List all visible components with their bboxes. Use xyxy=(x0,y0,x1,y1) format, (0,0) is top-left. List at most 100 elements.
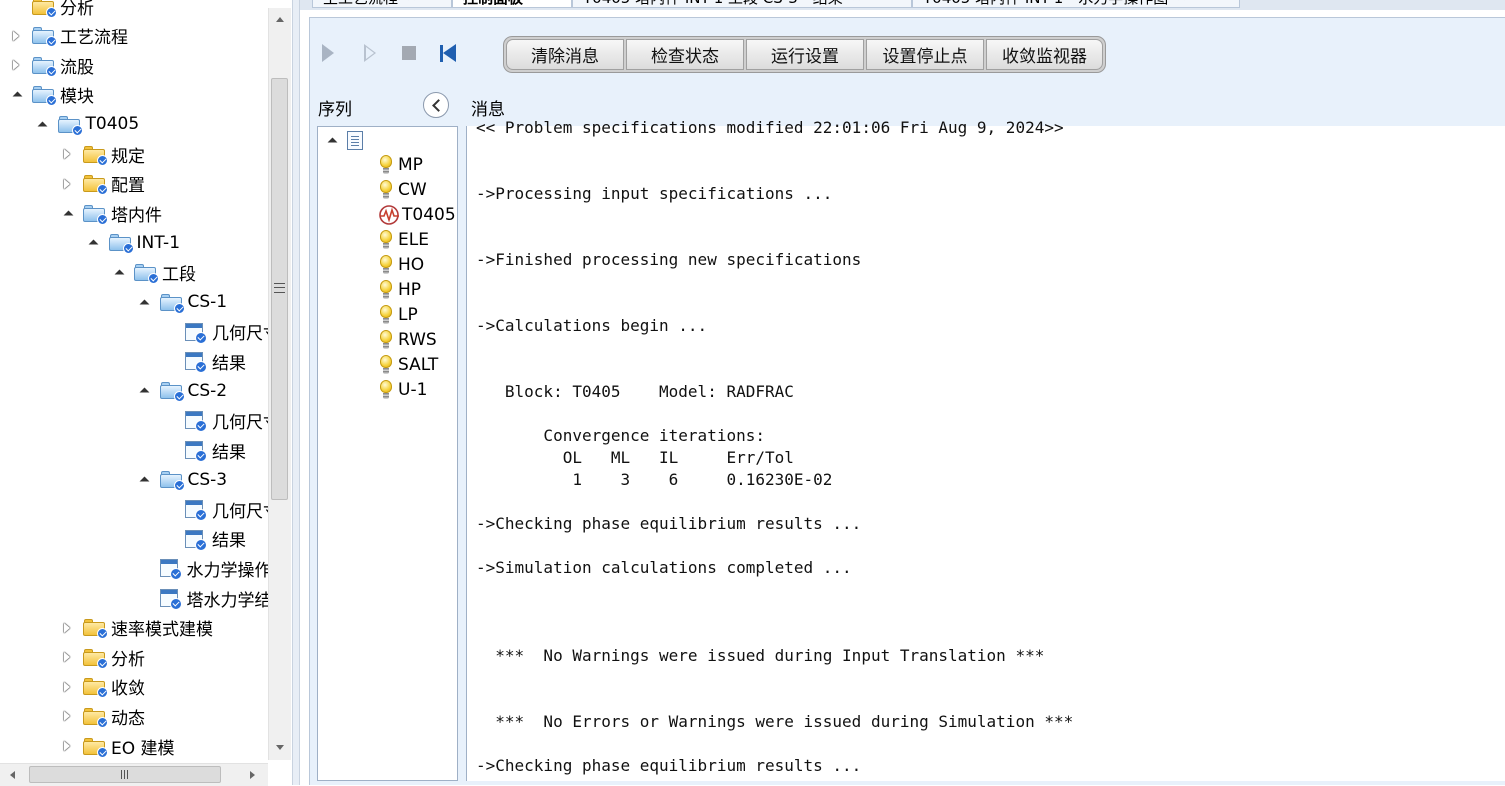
nav-tree-item[interactable]: 结果 xyxy=(163,437,246,463)
scroll-down-arrow-icon[interactable] xyxy=(276,745,284,750)
collapse-triangle-icon[interactable] xyxy=(36,118,48,130)
document-tab-label: 主工艺流程 xyxy=(323,0,398,8)
collapse-triangle-icon[interactable] xyxy=(112,266,124,278)
nav-tree-item-label: 工段 xyxy=(162,264,196,285)
nav-tree-item[interactable]: 收敛 xyxy=(61,674,145,700)
nav-tree-item-label: 动态 xyxy=(111,708,145,729)
scroll-left-arrow-icon[interactable] xyxy=(10,771,15,779)
expand-triangle-icon[interactable] xyxy=(61,148,73,160)
sequence-root[interactable] xyxy=(328,128,363,152)
nav-tree-item[interactable]: CS-2 xyxy=(138,378,227,404)
set-breakpoint-button[interactable]: 设置停止点 xyxy=(866,39,984,70)
nav-tree-item[interactable]: 分析 xyxy=(61,644,145,670)
collapse-triangle-icon[interactable] xyxy=(61,207,73,219)
sequence-item[interactable]: HP xyxy=(378,278,421,302)
close-icon[interactable]: ✕ xyxy=(851,0,862,5)
nav-tree-item[interactable]: EO 建模 xyxy=(61,733,175,759)
check-status-button[interactable]: 检查状态 xyxy=(626,39,744,70)
nav-tree-item[interactable]: 几何尺寸 xyxy=(163,496,280,522)
nav-tree-item[interactable]: 塔内件 xyxy=(61,200,162,226)
form-checked-icon xyxy=(159,558,182,581)
folder-icon xyxy=(83,175,108,196)
collapse-triangle-icon[interactable] xyxy=(138,296,150,308)
clear-messages-button[interactable]: 清除消息 xyxy=(506,39,624,70)
expand-triangle-icon[interactable] xyxy=(61,651,73,663)
nav-tree-item[interactable]: 配置 xyxy=(61,171,145,197)
nav-tree-item[interactable]: CS-3 xyxy=(138,467,227,493)
message-line: ->Checking phase equilibrium results ... xyxy=(476,514,862,533)
nav-tree-item[interactable]: 模块 xyxy=(10,82,94,108)
sequence-item[interactable]: RWS xyxy=(378,328,437,352)
nav-tree-item[interactable]: 结果 xyxy=(163,526,246,552)
reinitialize-button[interactable] xyxy=(438,42,458,64)
sequence-item[interactable]: U-1 xyxy=(378,378,427,402)
document-icon xyxy=(347,130,363,150)
nav-tree-item[interactable]: 规定 xyxy=(61,141,145,167)
message-line: ->Processing input specifications ... xyxy=(476,184,833,203)
run-settings-button[interactable]: 运行设置 xyxy=(746,39,864,70)
pane-splitter[interactable] xyxy=(292,0,300,785)
nav-tree-item-label: 速率模式建模 xyxy=(111,620,213,641)
stop-button[interactable] xyxy=(399,42,419,64)
nav-tree-item-label: 配置 xyxy=(111,176,145,197)
collapse-triangle-icon[interactable] xyxy=(138,385,150,397)
nav-tree-item[interactable]: 分析 xyxy=(10,0,94,19)
collapse-triangle-icon[interactable] xyxy=(138,474,150,486)
stop-icon xyxy=(402,46,416,60)
expand-triangle-icon[interactable] xyxy=(61,681,73,693)
collapse-triangle-icon[interactable] xyxy=(10,89,22,101)
nav-tree-item[interactable]: T0405 xyxy=(36,111,139,137)
messages-title: 消息 xyxy=(471,100,505,120)
expand-triangle-icon[interactable] xyxy=(10,59,22,71)
collapse-sequence-button[interactable] xyxy=(423,92,449,118)
sequence-item-label: MP xyxy=(398,155,423,175)
sequence-item[interactable]: ELE xyxy=(378,228,429,252)
message-line: << Problem specifications modified 22:01… xyxy=(476,118,1064,137)
expand-triangle-icon[interactable] xyxy=(61,622,73,634)
run-button[interactable] xyxy=(318,42,338,64)
nav-tree-item[interactable]: 工艺流程 xyxy=(10,23,128,49)
sequence-item[interactable]: T0405 xyxy=(378,203,456,227)
nav-tree-item[interactable]: INT-1 xyxy=(87,230,180,256)
scroll-up-arrow-icon[interactable] xyxy=(276,17,284,22)
sequence-item[interactable]: SALT xyxy=(378,353,438,377)
nav-tree-item[interactable]: 结果 xyxy=(163,348,246,374)
scroll-right-arrow-icon[interactable] xyxy=(250,771,255,779)
lightbulb-icon xyxy=(378,229,394,251)
convergence-monitor-button[interactable]: 收敛监视器 xyxy=(986,39,1103,70)
sequence-item[interactable]: LP xyxy=(378,303,418,327)
nav-tree-item-label: 分析 xyxy=(111,649,145,670)
document-tab[interactable]: T0405 塔内件 INT-1 - 水力学操作图 ✕ xyxy=(912,0,1240,8)
step-button[interactable] xyxy=(360,42,380,64)
form-checked-icon xyxy=(185,499,207,522)
close-icon[interactable]: ✕ xyxy=(531,0,542,5)
sequence-item-label: U-1 xyxy=(398,380,428,400)
nav-tree-item[interactable]: 水力学操作图 xyxy=(138,555,289,581)
folder-icon xyxy=(83,707,108,728)
nav-tree-item[interactable]: 几何尺寸 xyxy=(163,407,280,433)
document-tab[interactable]: T0405 塔内件 INT-1 工段 CS-3 - 结果 ✕ xyxy=(572,0,912,8)
nav-tree-item[interactable]: 速率模式建模 xyxy=(61,615,213,641)
sequence-item[interactable]: MP xyxy=(378,153,423,177)
expand-triangle-icon[interactable] xyxy=(61,740,73,752)
close-icon[interactable]: ✕ xyxy=(406,0,417,5)
folder-complete-icon xyxy=(57,115,83,136)
expand-triangle-icon[interactable] xyxy=(61,178,73,190)
document-tab[interactable]: 主工艺流程 ✕ xyxy=(312,0,452,8)
nav-tree-item[interactable]: 工段 xyxy=(112,259,196,285)
collapse-triangle-icon[interactable] xyxy=(87,237,99,249)
nav-tree-item[interactable]: 塔水力学结果 xyxy=(138,585,289,611)
nav-tree-item[interactable]: 流股 xyxy=(10,52,94,78)
nav-tree-item[interactable]: 动态 xyxy=(61,703,145,729)
nav-tree-item[interactable]: CS-1 xyxy=(138,289,227,315)
nav-tree-item[interactable]: 几何尺寸 xyxy=(163,319,280,345)
collapse-triangle-icon[interactable] xyxy=(328,137,335,144)
sequence-item[interactable]: CW xyxy=(378,178,427,202)
sequence-item[interactable]: HO xyxy=(378,253,424,277)
nav-horizontal-scroll-thumb[interactable] xyxy=(29,766,221,783)
nav-tree-item-label: 结果 xyxy=(212,353,246,374)
document-tab[interactable]: 控制面板 ✕ xyxy=(452,0,572,8)
expand-triangle-icon[interactable] xyxy=(10,30,22,42)
expand-triangle-icon[interactable] xyxy=(61,710,73,722)
close-icon[interactable]: ✕ xyxy=(1176,0,1187,5)
